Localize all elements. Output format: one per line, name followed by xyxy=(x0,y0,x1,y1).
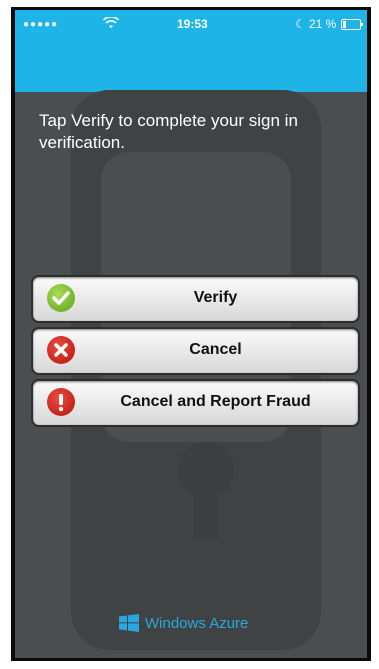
app-screen: ●●●●● 19:53 ☾ 21 % Tap Verify to complet… xyxy=(15,10,367,658)
windows-logo-icon xyxy=(119,614,139,632)
brand-name: Windows Azure xyxy=(145,615,249,632)
report-fraud-label: Cancel and Report Fraud xyxy=(120,393,311,410)
battery-icon xyxy=(341,19,363,30)
report-fraud-button[interactable]: Cancel and Report Fraud xyxy=(31,379,360,427)
check-icon xyxy=(47,284,75,312)
close-icon xyxy=(47,336,75,364)
alert-icon xyxy=(47,388,75,416)
verify-label: Verify xyxy=(193,289,238,306)
device-frame: ●●●●● 19:53 ☾ 21 % Tap Verify to complet… xyxy=(11,7,371,661)
instruction-text: Tap Verify to complete your sign in veri… xyxy=(39,111,298,152)
battery-percent: 21 % xyxy=(309,17,337,31)
verify-button[interactable]: Verify xyxy=(31,275,360,323)
status-bar: ●●●●● 19:53 ☾ 21 % xyxy=(15,10,367,92)
brand-footer: Windows Azure xyxy=(119,612,279,636)
cancel-label: Cancel xyxy=(189,341,242,358)
status-time: 19:53 xyxy=(177,17,208,31)
cancel-button[interactable]: Cancel xyxy=(31,327,360,375)
moon-icon: ☾ xyxy=(295,17,306,31)
wifi-icon xyxy=(102,16,120,32)
signal-strength: ●●●●● xyxy=(23,19,59,30)
